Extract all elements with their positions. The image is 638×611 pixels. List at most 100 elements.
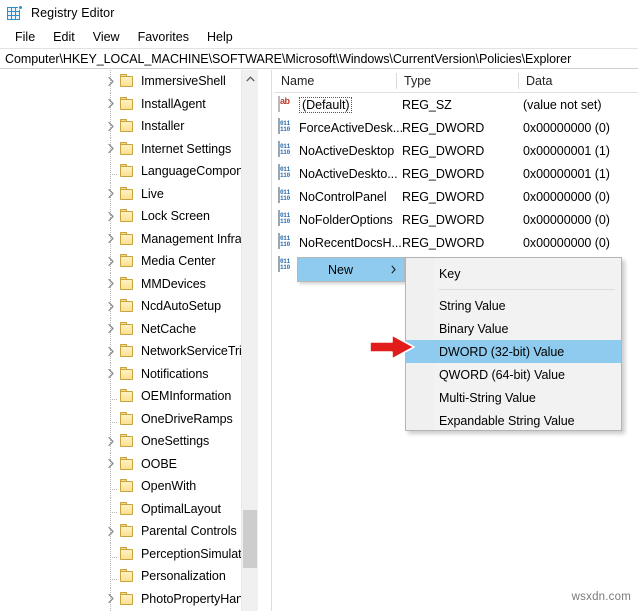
tree-item-personalization[interactable]: Personalization	[0, 565, 257, 588]
value-type: REG_DWORD	[402, 166, 485, 181]
folder-icon	[119, 254, 135, 268]
tree-item-label: Management Infrastru	[141, 231, 257, 246]
tree-item-installer[interactable]: Installer	[0, 115, 257, 138]
watermark-text: wsxdn.com	[571, 591, 631, 603]
value-row[interactable]: ab (Default) REG_SZ (value not set)	[274, 93, 638, 116]
submenu-item-multi-string-value[interactable]: Multi-String Value	[406, 386, 621, 409]
tree-item-notifications[interactable]: Notifications	[0, 362, 257, 385]
submenu-item-string-value[interactable]: String Value	[406, 294, 621, 317]
chevron-right-icon[interactable]	[103, 523, 119, 539]
folder-icon	[119, 321, 135, 336]
tree-item-ncdautosetup[interactable]: NcdAutoSetup	[0, 295, 257, 318]
tree-item-netcache[interactable]: NetCache	[0, 317, 257, 340]
value-name: NoControlPanel	[299, 189, 387, 204]
scroll-up-icon[interactable]	[242, 70, 258, 87]
context-menu-new-label: New	[328, 262, 354, 277]
column-header-name[interactable]: Name	[274, 70, 396, 92]
column-header-type[interactable]: Type	[397, 70, 518, 92]
folder-icon	[119, 276, 135, 291]
value-row[interactable]: 011110 NoActiveDesktop REG_DWORD 0x00000001…	[274, 139, 638, 162]
tree-item-openwith[interactable]: OpenWith	[0, 475, 257, 498]
submenu-item-dword-32-bit-value[interactable]: DWORD (32-bit) Value	[406, 340, 621, 363]
tree-item-oobe[interactable]: OOBE	[0, 452, 257, 475]
menu-item-file[interactable]: File	[6, 28, 44, 46]
tree-item-lock-screen[interactable]: Lock Screen	[0, 205, 257, 228]
values-list-rows[interactable]: ab(Default) REG_SZ (value not set) 011110 Fo…	[274, 93, 638, 277]
registry-tree[interactable]: ImmersiveShell InstallAgent Installer Inter…	[0, 70, 257, 611]
tree-item-label: Personalization	[141, 569, 226, 584]
value-row[interactable]: 011110 NoControlPanel REG_DWORD 0x00000000 …	[274, 185, 638, 208]
tree-item-mmdevices[interactable]: MMDevices	[0, 272, 257, 295]
chevron-right-icon[interactable]	[103, 96, 119, 112]
folder-icon	[119, 231, 135, 246]
folder-icon	[119, 141, 135, 156]
tree-item-perceptionsimulation[interactable]: PerceptionSimulation	[0, 542, 257, 565]
submenu-item-expandable-string-value[interactable]: Expandable String Value	[406, 409, 621, 432]
tree-item-parental-controls[interactable]: Parental Controls	[0, 520, 257, 543]
chevron-right-icon[interactable]	[103, 456, 119, 472]
tree-item-onedriveramps[interactable]: OneDriveRamps	[0, 407, 257, 430]
submenu-item-qword-64-bit-value[interactable]: QWORD (64-bit) Value	[406, 363, 621, 386]
chevron-right-icon[interactable]	[103, 298, 119, 314]
tree-item-live[interactable]: Live	[0, 182, 257, 205]
dword-value-icon: 011110	[278, 233, 295, 251]
chevron-right-icon[interactable]	[103, 208, 119, 224]
dword-value-icon: 011110	[278, 164, 295, 182]
tree-item-immersiveshell[interactable]: ImmersiveShell	[0, 70, 257, 93]
menu-item-favorites[interactable]: Favorites	[129, 28, 198, 46]
tree-item-onesettings[interactable]: OneSettings	[0, 430, 257, 453]
tree-item-oeminformation[interactable]: OEMInformation	[0, 385, 257, 408]
value-type: REG_SZ	[402, 97, 452, 112]
chevron-right-icon[interactable]	[103, 366, 119, 382]
tree-scrollbar-thumb[interactable]	[243, 510, 257, 568]
menu-item-view[interactable]: View	[84, 28, 129, 46]
tree-item-media-center[interactable]: Media Center	[0, 250, 257, 273]
menu-item-help[interactable]: Help	[198, 28, 242, 46]
folder-icon	[119, 299, 135, 313]
value-row[interactable]: 011110 NoActiveDeskto... REG_DWORD 0x000000…	[274, 162, 638, 185]
address-bar[interactable]: Computer\HKEY_LOCAL_MACHINE\SOFTWARE\Mic…	[0, 48, 638, 69]
chevron-right-icon[interactable]	[103, 73, 119, 89]
chevron-right-icon[interactable]	[103, 591, 119, 607]
value-type: REG_DWORD	[402, 212, 485, 227]
submenu-item-key[interactable]: Key	[406, 262, 621, 285]
tree-item-label: LanguageComponent	[141, 164, 257, 179]
chevron-right-icon[interactable]	[103, 321, 119, 337]
values-list-header: Name Type Data	[274, 70, 638, 93]
value-row[interactable]: 011110 NoRecentDocsH...REG_DWORD 0x0000000…	[274, 231, 638, 254]
chevron-right-icon[interactable]	[103, 231, 119, 247]
tree-item-installagent[interactable]: InstallAgent	[0, 92, 257, 115]
chevron-right-icon[interactable]	[103, 433, 119, 449]
chevron-right-icon[interactable]	[103, 276, 119, 292]
menu-item-edit[interactable]: Edit	[44, 28, 84, 46]
tree-item-management-infrastru[interactable]: Management Infrastru	[0, 227, 257, 250]
red-arrow-pointer-icon	[368, 333, 416, 361]
tree-item-label: OptimalLayout	[141, 501, 221, 516]
chevron-right-icon[interactable]	[103, 343, 119, 359]
value-row[interactable]: 011110 ForceActiveDesk...REG_DWORD 0x00000…	[274, 116, 638, 139]
value-type: REG_DWORD	[402, 120, 485, 135]
tree-leaf-connector	[103, 388, 119, 404]
chevron-right-icon[interactable]	[103, 141, 119, 157]
chevron-right-icon[interactable]	[103, 186, 119, 202]
submenu-item-binary-value[interactable]: Binary Value	[406, 317, 621, 340]
tree-item-optimallayout[interactable]: OptimalLayout	[0, 497, 257, 520]
value-row[interactable]: 011110 NoFolderOptions REG_DWORD 0x00000000…	[274, 208, 638, 231]
context-menu-item-new[interactable]: New	[298, 258, 404, 281]
dword-value-icon: 011110	[278, 256, 295, 274]
column-header-data[interactable]: Data	[519, 70, 638, 92]
submenu-items[interactable]: Key String Value Binary Value DWORD (32-bit…	[406, 258, 621, 432]
registry-path: Computer\HKEY_LOCAL_MACHINE\SOFTWARE\Mic…	[5, 51, 572, 66]
tree-item-internet-settings[interactable]: Internet Settings	[0, 137, 257, 160]
tree-item-languagecomponent[interactable]: LanguageComponent	[0, 160, 257, 183]
tree-item-photopropertyhandle[interactable]: PhotoPropertyHandle	[0, 587, 257, 610]
value-data: 0x00000000 (0)	[523, 212, 610, 227]
tree-vertical-scrollbar[interactable]	[241, 70, 258, 611]
chevron-right-icon[interactable]	[103, 118, 119, 134]
tree-item-networkservicetrigge[interactable]: NetworkServiceTrigge	[0, 340, 257, 363]
chevron-right-icon[interactable]	[103, 253, 119, 269]
title-bar: Registry Editor	[0, 0, 638, 25]
tree-item-label: MMDevices	[141, 276, 206, 291]
dword-value-icon: 011110	[278, 210, 295, 228]
value-name: NoRecentDocsH...	[299, 235, 402, 250]
